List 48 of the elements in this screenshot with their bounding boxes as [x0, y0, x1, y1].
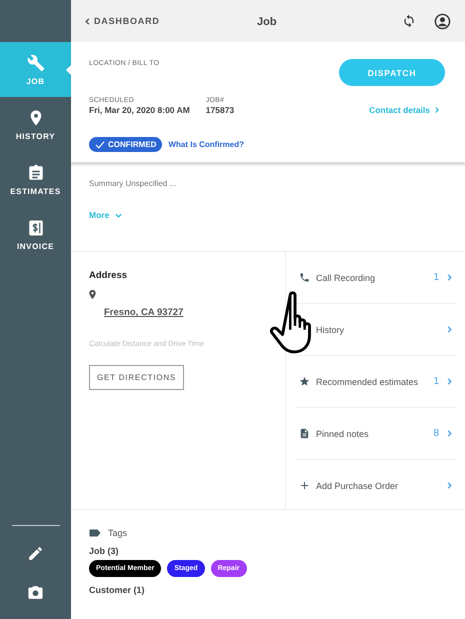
wrench-icon: [26, 54, 44, 72]
invoice-icon: [26, 218, 44, 236]
count: 1: [433, 376, 439, 387]
link-label: Call Recording: [316, 272, 376, 282]
chevron-right-icon: [445, 325, 454, 334]
sidebar-item[interactable]: HISTORY: [0, 97, 71, 152]
document-icon: [299, 428, 310, 439]
tag-icon: [89, 529, 101, 537]
chevron-right-icon: [445, 429, 454, 438]
location-pin-icon: [87, 289, 98, 300]
link-row[interactable]: Recommended estimates 1: [295, 356, 457, 408]
page-title: Job: [257, 16, 277, 28]
tag-group-label: Job (3): [89, 546, 119, 556]
user-avatar-icon[interactable]: [434, 12, 451, 30]
job-number: 175873: [206, 105, 234, 115]
clipboard-icon: [26, 164, 44, 182]
link-label: Add Purchase Order: [316, 480, 398, 490]
address-heading: Address: [89, 270, 128, 281]
link-label: Recommended estimates: [316, 376, 418, 386]
sync-icon[interactable]: [402, 14, 416, 28]
tag-group-label: Customer (1): [89, 585, 145, 595]
link-label: History: [316, 324, 344, 334]
chevron-right-icon: [445, 377, 454, 386]
link-label: Pinned notes: [316, 428, 369, 438]
sidebar-item[interactable]: INVOICE: [0, 207, 71, 262]
count: 1: [433, 272, 439, 283]
get-directions-button[interactable]: GET DIRECTIONS: [89, 365, 184, 390]
scheduled-date: Fri, Mar 20, 2020 8:00 AM: [89, 105, 190, 115]
chevron-right-icon: [445, 481, 454, 490]
address-link[interactable]: Fresno, CA 93727: [104, 307, 184, 318]
count: 8: [433, 428, 439, 439]
camera-icon[interactable]: [27, 584, 44, 601]
star-icon: [299, 376, 310, 387]
phone-icon: [299, 272, 310, 283]
tags-heading: Tags: [108, 528, 128, 538]
pencil-icon[interactable]: [27, 545, 44, 562]
link-row[interactable]: Add Purchase Order: [295, 460, 457, 511]
what-is-confirmed-link[interactable]: What Is Confirmed?: [168, 140, 244, 149]
chevron-right-icon: [433, 106, 441, 114]
back-link[interactable]: DASHBOARD: [83, 16, 160, 26]
chevron-right-icon: [445, 273, 454, 282]
confirmed-badge: CONFIRMED: [89, 137, 162, 152]
link-row[interactable]: Pinned notes 8: [295, 408, 457, 460]
chevron-left-icon: [83, 16, 92, 26]
chevron-down-icon: [114, 210, 124, 220]
summary-text: Summary Unspecified ...: [89, 179, 178, 188]
plus-icon: [299, 480, 310, 491]
sidebar-item[interactable]: ESTIMATES: [0, 152, 71, 207]
